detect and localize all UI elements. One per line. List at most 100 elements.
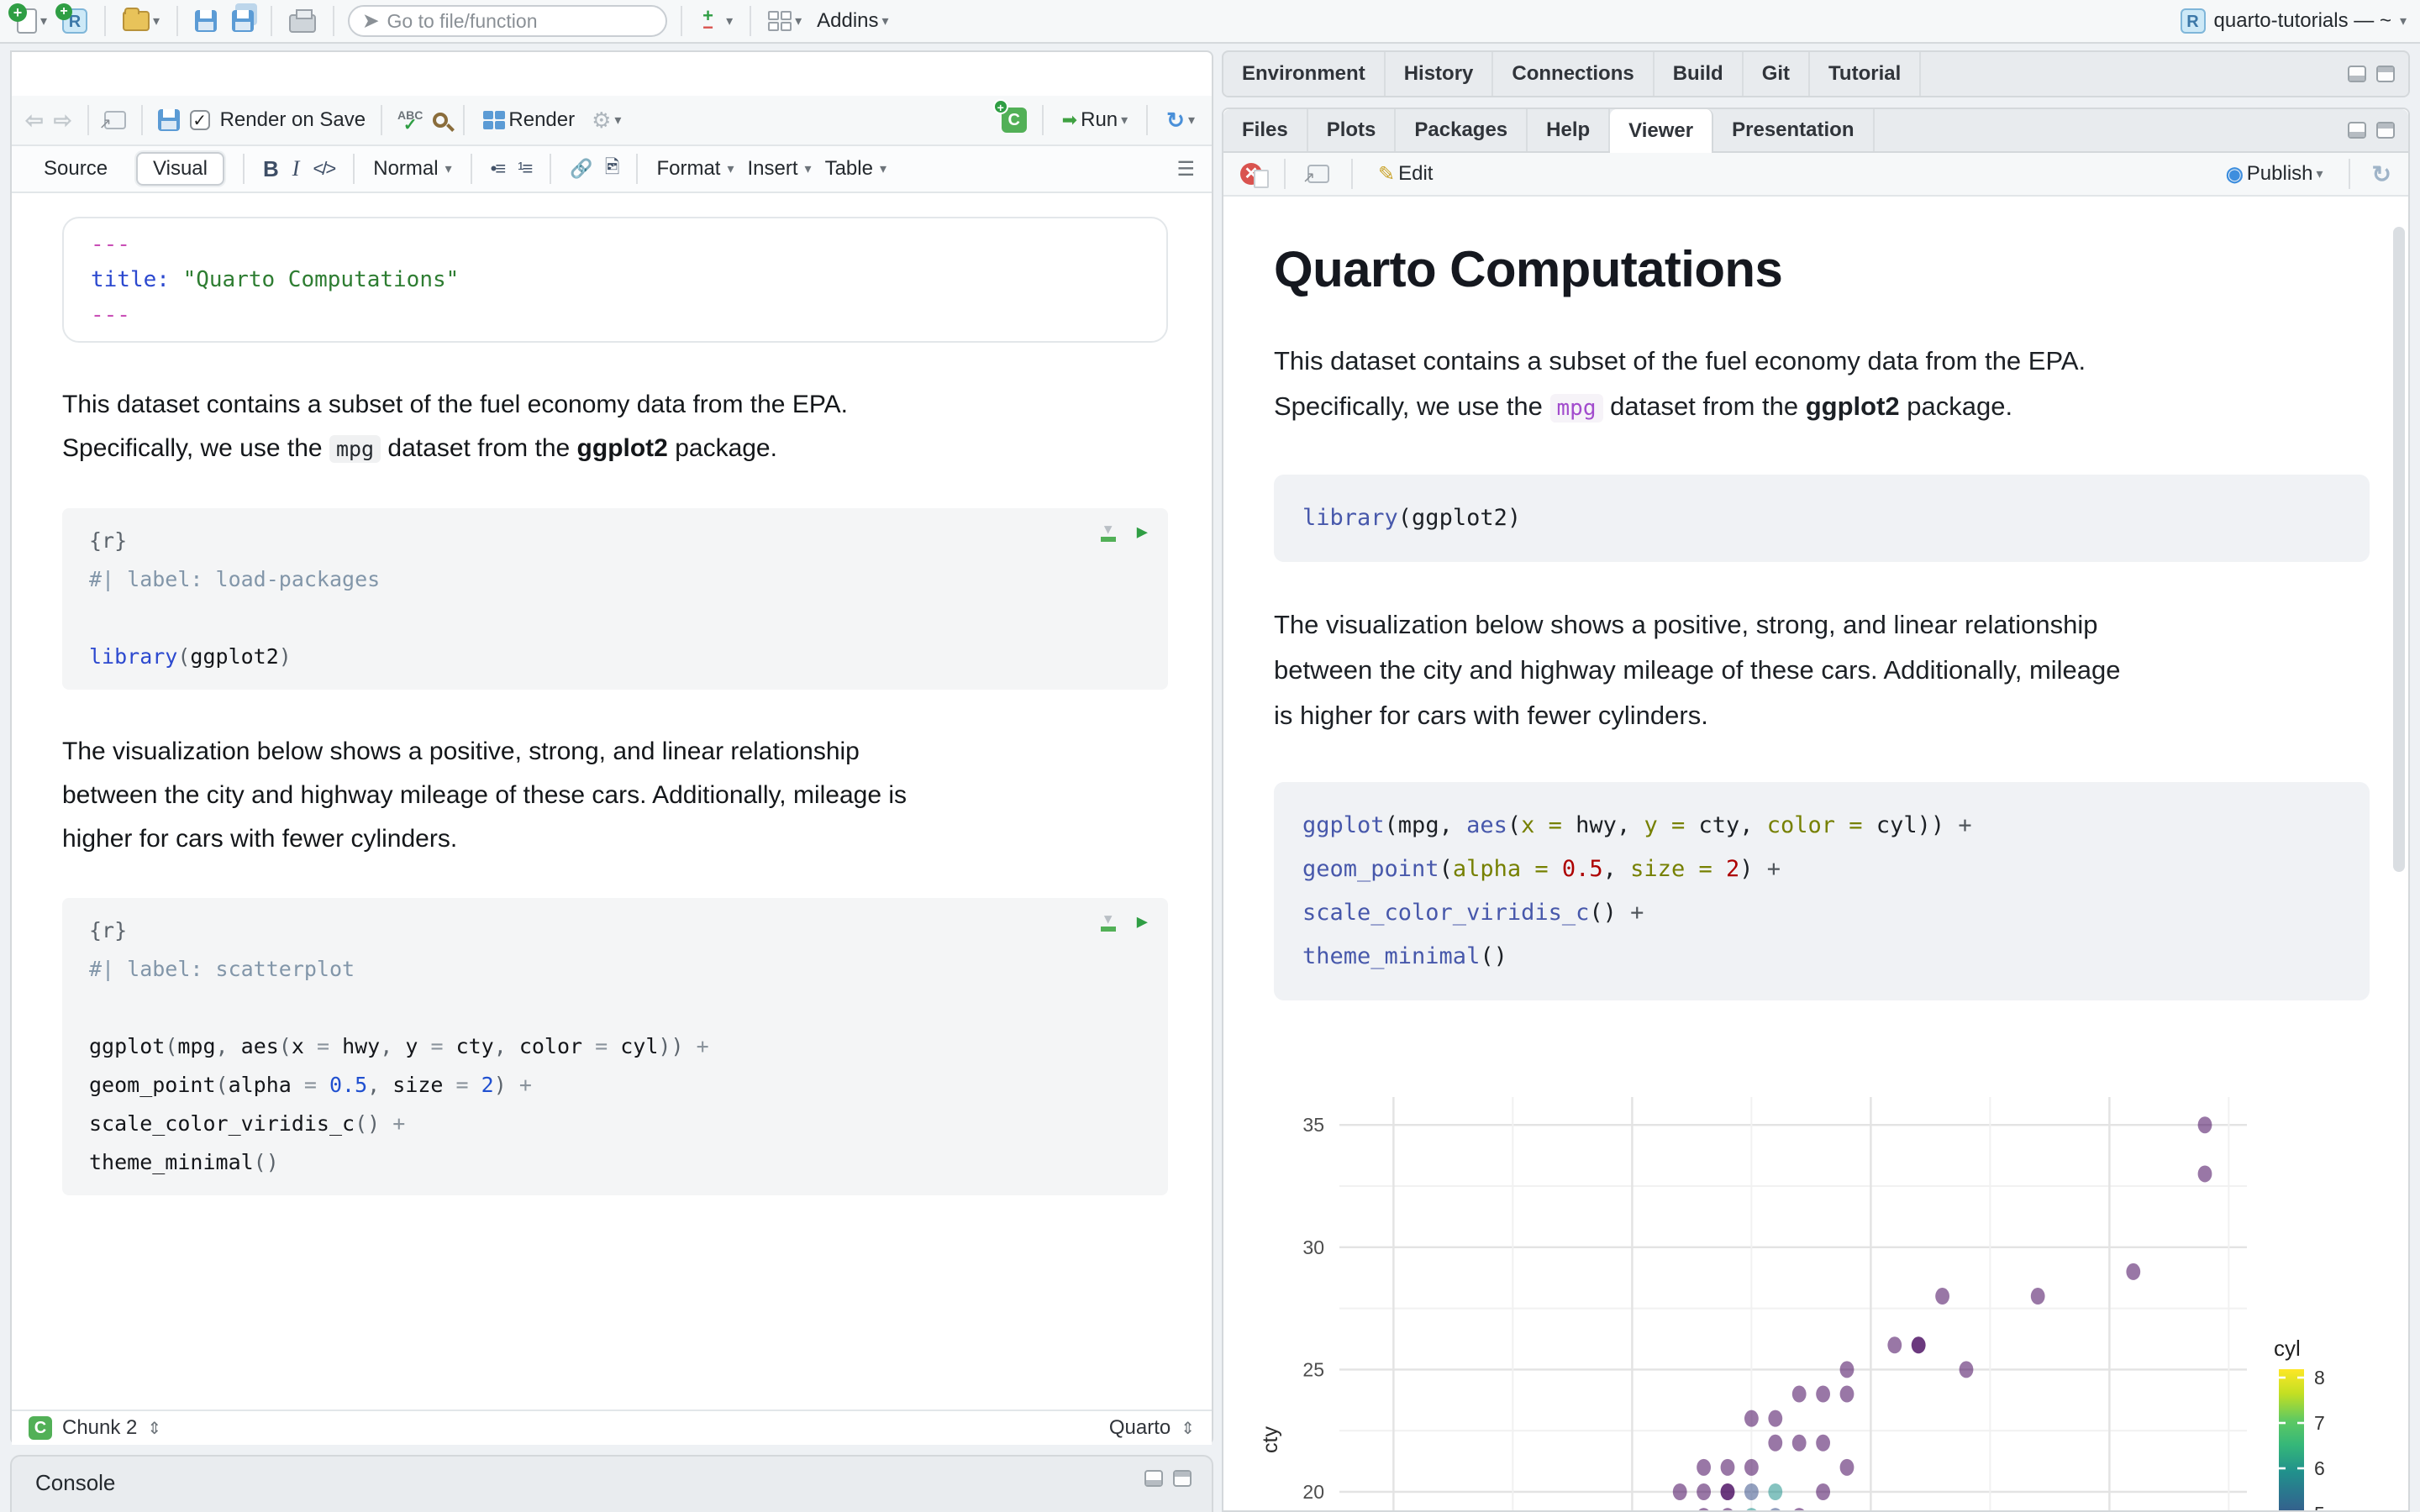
paragraph[interactable]: This dataset contains a subset of the fu…	[62, 383, 1171, 471]
code-line: theme_minimal()	[89, 1150, 279, 1174]
render-settings-button[interactable]: ⚙ ▾	[588, 106, 624, 135]
pane-layout-button[interactable]: ▾	[765, 9, 805, 33]
insert-chunk-button[interactable]: C +	[992, 99, 1027, 133]
tab-viewer[interactable]: Viewer	[1610, 109, 1714, 153]
tab-connections[interactable]: Connections	[1493, 52, 1655, 96]
save-button[interactable]	[192, 8, 220, 34]
tab-git[interactable]: Git	[1744, 52, 1811, 96]
maximize-icon[interactable]	[2376, 122, 2395, 139]
save-all-icon	[232, 10, 255, 32]
console-title[interactable]: Console	[35, 1470, 115, 1496]
back-icon[interactable]: ⇦	[25, 108, 44, 134]
tab-build[interactable]: Build	[1655, 52, 1744, 96]
new-project-button[interactable]: R +	[55, 3, 91, 35]
chevron-down-icon: ▾	[445, 162, 452, 176]
format-menu[interactable]: Format ▾	[656, 157, 734, 181]
svg-text:35: 35	[1302, 1114, 1324, 1136]
paragraph-style-select[interactable]: Normal ▾	[373, 157, 451, 181]
run-all-above-icon[interactable]: ▼	[1100, 911, 1117, 932]
divider	[87, 105, 89, 135]
yaml-metadata-block[interactable]: --- title: "Quarto Computations" ---	[62, 217, 1168, 343]
rerun-button[interactable]: ↻ ▾	[1163, 106, 1198, 135]
render-on-save-checkbox[interactable]: ✓	[189, 110, 210, 130]
code-line: geom_point(alpha = 0.5, size = 2) +	[1302, 856, 1781, 882]
viewer-document[interactable]: Quarto Computations This dataset contain…	[1223, 197, 2408, 1510]
minimize-icon[interactable]	[2348, 66, 2366, 82]
new-file-button[interactable]: + ▾	[8, 3, 50, 35]
edit-button[interactable]: ✎ Edit	[1375, 160, 1436, 188]
numbered-list-icon[interactable]: ¹≡	[518, 158, 533, 180]
run-button[interactable]: ➡ Run ▾	[1059, 107, 1132, 134]
code-line: library(ggplot2)	[89, 644, 292, 669]
insert-menu[interactable]: Insert ▾	[748, 157, 812, 181]
open-in-new-window-icon[interactable]	[1302, 165, 1329, 186]
document-format-label[interactable]: Quarto	[1109, 1416, 1171, 1440]
outline-toggle-icon[interactable]: ☰	[1176, 157, 1195, 181]
tab-files[interactable]: Files	[1223, 109, 1308, 151]
run-all-above-icon[interactable]: ▼	[1100, 522, 1117, 542]
forward-icon[interactable]: ⇨	[54, 108, 72, 134]
maximize-icon[interactable]	[1173, 1470, 1192, 1487]
rerun-icon: ↻	[1166, 107, 1185, 133]
minimize-icon[interactable]	[1144, 1470, 1163, 1487]
tab-packages[interactable]: Packages	[1396, 109, 1528, 151]
bold-icon[interactable]: B	[263, 156, 279, 182]
version-control-button[interactable]: + − ▾	[696, 7, 736, 37]
open-file-button[interactable]: ▾	[119, 8, 163, 33]
tab-help[interactable]: Help	[1528, 109, 1611, 151]
publish-button[interactable]: ◉ Publish ▾	[2223, 160, 2327, 188]
inline-code-icon[interactable]: </>	[313, 158, 336, 180]
svg-text:8: 8	[2314, 1367, 2325, 1389]
goto-file-input[interactable]: ➤ Go to file/function	[348, 5, 668, 37]
code-chunk-scatterplot[interactable]: {r} #| label: scatterplot ggplot(mpg, aes…	[62, 898, 1168, 1195]
render-button[interactable]: Render	[480, 107, 578, 134]
inline-code-chip: mpg	[329, 435, 381, 463]
code-line: ggplot(mpg, aes(x = hwy, y = cty, color …	[89, 1034, 709, 1058]
chevron-down-icon: ▾	[614, 113, 622, 128]
refresh-icon[interactable]: ↻	[2372, 160, 2391, 188]
chunk-position-label[interactable]: Chunk 2	[62, 1416, 137, 1440]
run-chunk-icon[interactable]: ▶	[1137, 522, 1148, 543]
run-chunk-icon[interactable]: ▶	[1137, 911, 1148, 932]
addins-menu[interactable]: Addins ▾	[813, 8, 892, 34]
run-icon: ➡	[1061, 109, 1078, 130]
tab-plots[interactable]: Plots	[1308, 109, 1397, 151]
spellcheck-icon[interactable]: ABC ✓	[397, 109, 423, 134]
image-icon[interactable]: 🖻	[605, 153, 620, 185]
tab-tutorial[interactable]: Tutorial	[1810, 52, 1922, 96]
goto-file-arrow-icon: ➤	[363, 10, 379, 31]
paragraph[interactable]: The visualization below shows a positive…	[62, 730, 1171, 861]
code-chunk-load-packages[interactable]: {r} #| label: load-packages library(ggplo…	[62, 508, 1168, 690]
search-icon[interactable]	[433, 113, 449, 128]
inline-code-chip: mpg	[1549, 394, 1603, 423]
legend-cyl: cyl87654	[2274, 1336, 2325, 1510]
tab-presentation[interactable]: Presentation	[1713, 109, 1875, 151]
tab-history[interactable]: History	[1386, 52, 1494, 96]
visual-editor-canvas[interactable]: --- title: "Quarto Computations" --- This …	[12, 193, 1212, 1410]
environment-pane: Environment History Connections Build Git Tut…	[1222, 50, 2410, 97]
chevron-down-icon: ▾	[40, 14, 48, 29]
minimize-icon[interactable]	[2348, 122, 2366, 139]
tab-environment[interactable]: Environment	[1223, 52, 1386, 96]
code-line: title: "Quarto Computations"	[91, 267, 460, 292]
save-all-button[interactable]	[229, 3, 258, 34]
source-mode-button[interactable]: Source	[29, 154, 123, 184]
divider	[550, 154, 552, 184]
project-menu[interactable]: R quarto-tutorials — ~ ▾	[2180, 8, 2407, 34]
print-button[interactable]	[286, 8, 319, 34]
bullet-list-icon[interactable]: •≡	[491, 158, 507, 180]
y-axis-ticks: 35 30 25 20	[1302, 1114, 1324, 1503]
scrollbar-thumb[interactable]	[2393, 227, 2405, 872]
maximize-icon[interactable]	[2376, 66, 2395, 82]
code-line: scale_color_viridis_c() +	[89, 1111, 406, 1136]
clear-viewer-icon[interactable]: ✕	[1240, 163, 1269, 188]
italic-icon[interactable]: I	[292, 156, 300, 181]
table-menu[interactable]: Table ▾	[825, 157, 886, 181]
link-icon[interactable]: 🔗	[570, 158, 592, 180]
popout-icon[interactable]	[99, 111, 126, 133]
visual-mode-button[interactable]: Visual	[136, 152, 224, 186]
viewer-pane: Files Plots Packages Help Viewer Presentation…	[1222, 108, 2410, 1512]
plot-gridlines	[1339, 1097, 2247, 1510]
save-icon[interactable]	[157, 109, 180, 131]
